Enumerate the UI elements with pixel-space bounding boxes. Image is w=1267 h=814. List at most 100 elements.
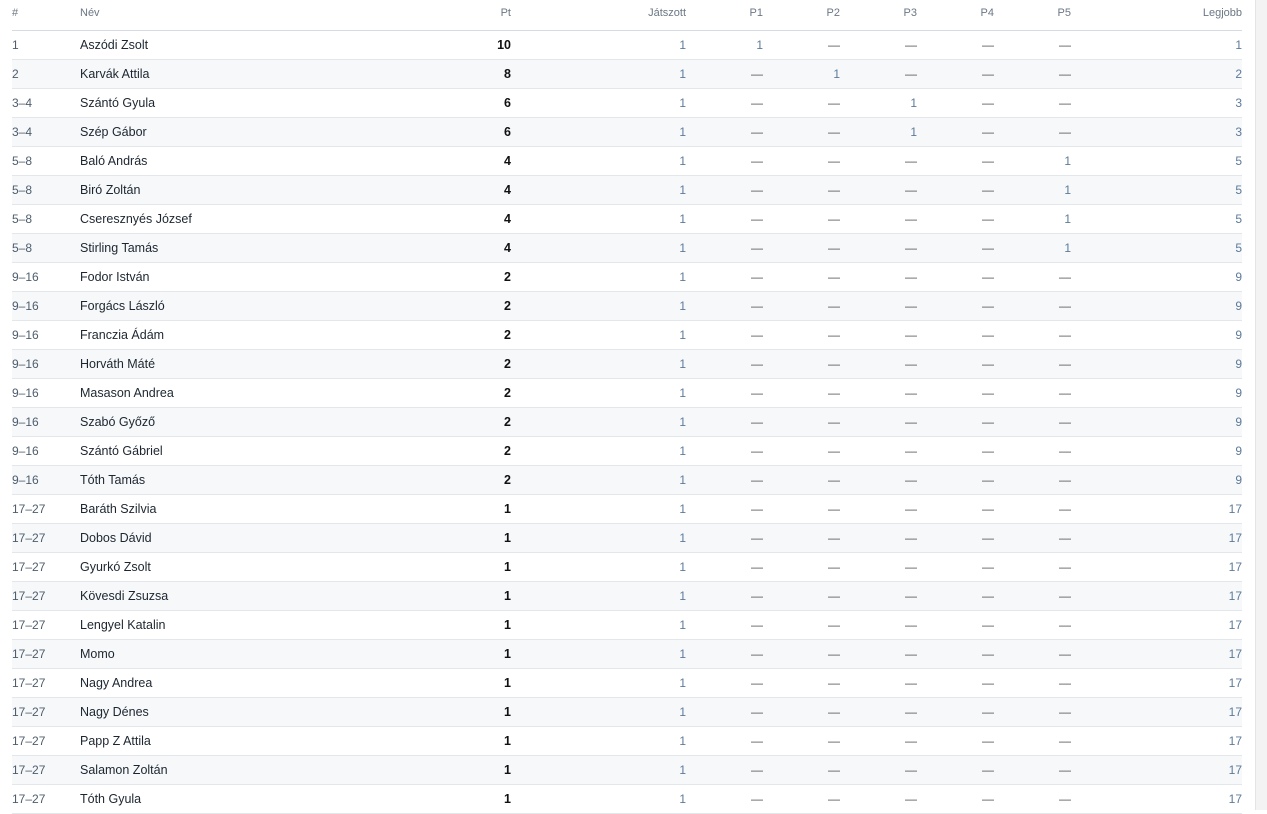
cell-points: 1 bbox=[368, 523, 511, 553]
cell-rank: 5–8 bbox=[12, 175, 68, 205]
cell-p1: — bbox=[686, 726, 763, 756]
cell-p2: 1 bbox=[763, 59, 840, 89]
cell-p2: — bbox=[763, 30, 840, 60]
cell-p2: — bbox=[763, 784, 840, 814]
cell-played: 1 bbox=[511, 117, 686, 147]
cell-rank: 17–27 bbox=[12, 494, 68, 524]
cell-p1: — bbox=[686, 291, 763, 321]
table-row: 17–27 Salamon Zoltán 1 1— — — — —17 bbox=[12, 755, 1242, 785]
header-points[interactable]: Pt bbox=[368, 0, 511, 31]
cell-points: 1 bbox=[368, 668, 511, 698]
table-row: 17–27 Nagy Dénes 1 1— — — — —17 bbox=[12, 697, 1242, 727]
cell-p5: — bbox=[994, 726, 1071, 756]
table-row: 9–16 Tóth Tamás 2 1— — — — —9 bbox=[12, 465, 1242, 495]
table-row: 5–8 Baló András 4 1— — — —1 5 bbox=[12, 146, 1242, 176]
cell-rank: 17–27 bbox=[12, 784, 68, 814]
cell-rank: 17–27 bbox=[12, 697, 68, 727]
cell-played: 1 bbox=[511, 784, 686, 814]
cell-p1: — bbox=[686, 668, 763, 698]
cell-p2: — bbox=[763, 233, 840, 263]
cell-p1: — bbox=[686, 320, 763, 350]
header-played[interactable]: Játszott bbox=[511, 0, 686, 31]
cell-p4: — bbox=[917, 117, 994, 147]
cell-name: Tóth Gyula bbox=[68, 784, 368, 814]
cell-p3: — bbox=[840, 610, 917, 640]
header-name[interactable]: Név bbox=[68, 0, 368, 31]
cell-rank: 17–27 bbox=[12, 668, 68, 698]
header-p2[interactable]: P2 bbox=[763, 0, 840, 31]
cell-points: 1 bbox=[368, 494, 511, 524]
cell-rank: 17–27 bbox=[12, 610, 68, 640]
cell-name: Kövesdi Zsuzsa bbox=[68, 581, 368, 611]
cell-points: 1 bbox=[368, 697, 511, 727]
cell-points: 1 bbox=[368, 784, 511, 814]
cell-points: 1 bbox=[368, 726, 511, 756]
header-p4[interactable]: P4 bbox=[917, 0, 994, 31]
cell-p4: — bbox=[917, 175, 994, 205]
cell-p2: — bbox=[763, 726, 840, 756]
header-rank[interactable]: # bbox=[12, 0, 68, 31]
cell-p2: — bbox=[763, 175, 840, 205]
cell-p4: — bbox=[917, 204, 994, 234]
cell-rank: 3–4 bbox=[12, 117, 68, 147]
cell-best: 17 bbox=[1071, 581, 1242, 611]
cell-p5: — bbox=[994, 784, 1071, 814]
cell-best: 9 bbox=[1071, 349, 1242, 379]
cell-played: 1 bbox=[511, 30, 686, 60]
cell-p4: — bbox=[917, 291, 994, 321]
cell-name: Masason Andrea bbox=[68, 378, 368, 408]
cell-p1: — bbox=[686, 552, 763, 582]
cell-played: 1 bbox=[511, 88, 686, 118]
cell-p1: 1 bbox=[686, 30, 763, 60]
cell-p5: — bbox=[994, 59, 1071, 89]
cell-rank: 9–16 bbox=[12, 262, 68, 292]
header-p5[interactable]: P5 bbox=[994, 0, 1071, 31]
table-row: 17–27 Baráth Szilvia 1 1— — — — —17 bbox=[12, 494, 1242, 524]
cell-p1: — bbox=[686, 262, 763, 292]
cell-best: 9 bbox=[1071, 320, 1242, 350]
cell-rank: 9–16 bbox=[12, 378, 68, 408]
header-best[interactable]: Legjobb bbox=[1071, 0, 1242, 31]
cell-p5: — bbox=[994, 436, 1071, 466]
cell-rank: 9–16 bbox=[12, 349, 68, 379]
cell-p1: — bbox=[686, 407, 763, 437]
cell-points: 2 bbox=[368, 349, 511, 379]
cell-p2: — bbox=[763, 88, 840, 118]
cell-played: 1 bbox=[511, 581, 686, 611]
cell-p2: — bbox=[763, 581, 840, 611]
cell-p1: — bbox=[686, 378, 763, 408]
cell-p4: — bbox=[917, 523, 994, 553]
cell-points: 6 bbox=[368, 117, 511, 147]
cell-best: 5 bbox=[1071, 146, 1242, 176]
cell-best: 5 bbox=[1071, 233, 1242, 263]
cell-rank: 9–16 bbox=[12, 407, 68, 437]
cell-name: Biró Zoltán bbox=[68, 175, 368, 205]
cell-p4: — bbox=[917, 88, 994, 118]
cell-points: 4 bbox=[368, 146, 511, 176]
cell-p3: — bbox=[840, 784, 917, 814]
cell-p5: — bbox=[994, 88, 1071, 118]
table-row: 17–27 Lengyel Katalin 1 1— — — — —17 bbox=[12, 610, 1242, 640]
cell-best: 17 bbox=[1071, 755, 1242, 785]
cell-best: 17 bbox=[1071, 552, 1242, 582]
header-p3[interactable]: P3 bbox=[840, 0, 917, 31]
cell-best: 3 bbox=[1071, 88, 1242, 118]
cell-p2: — bbox=[763, 407, 840, 437]
cell-p2: — bbox=[763, 610, 840, 640]
cell-p3: — bbox=[840, 639, 917, 669]
cell-rank: 9–16 bbox=[12, 436, 68, 466]
cell-best: 1 bbox=[1071, 30, 1242, 60]
cell-name: Franczia Ádám bbox=[68, 320, 368, 350]
table-row: 9–16 Forgács László 2 1— — — — —9 bbox=[12, 291, 1242, 321]
cell-p1: — bbox=[686, 436, 763, 466]
cell-name: Momo bbox=[68, 639, 368, 669]
cell-played: 1 bbox=[511, 407, 686, 437]
cell-best: 9 bbox=[1071, 262, 1242, 292]
header-p1[interactable]: P1 bbox=[686, 0, 763, 31]
cell-p4: — bbox=[917, 494, 994, 524]
cell-rank: 1 bbox=[12, 30, 68, 60]
cell-rank: 17–27 bbox=[12, 552, 68, 582]
table-header: # Név Pt Játszott P1 P2 P3 P4 P5 Legjobb bbox=[12, 0, 1242, 31]
vertical-scrollbar[interactable] bbox=[1255, 0, 1267, 810]
cell-name: Tóth Tamás bbox=[68, 465, 368, 495]
